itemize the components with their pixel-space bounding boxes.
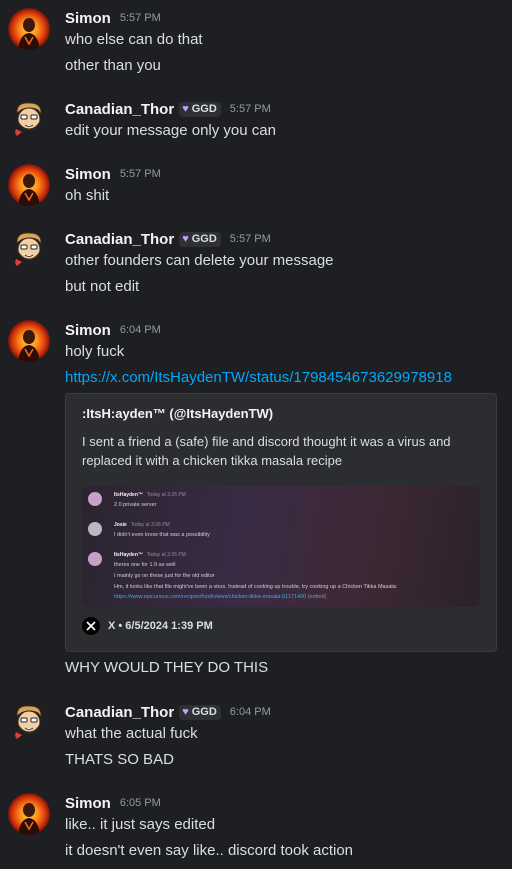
message-text: other than you bbox=[65, 57, 161, 74]
embed-image-author: ItsHayden™ Today at 3:26 PM bbox=[114, 552, 186, 558]
embed-image-link-url: https://www.epicurious.com/recipes/food/… bbox=[114, 594, 307, 600]
avatar[interactable] bbox=[8, 793, 50, 835]
message-header: Simon 6:04 PM bbox=[65, 320, 161, 340]
message-header: Canadian_Thor ♥ GGD 5:57 PM bbox=[65, 229, 271, 249]
message-header: Canadian_Thor ♥ GGD 5:57 PM bbox=[65, 99, 271, 119]
embed-author[interactable]: :ItsH:ayden™ (@ItsHaydenTW) bbox=[82, 406, 273, 421]
embed-image-author-name: Josie bbox=[114, 522, 127, 528]
message-text: other founders can delete your message bbox=[65, 252, 334, 269]
guild-tag-badge[interactable]: ♥ GGD bbox=[179, 704, 221, 720]
message-text: like.. it just says edited bbox=[65, 816, 216, 833]
embed-image-link: https://www.epicurious.com/recipes/food/… bbox=[114, 594, 326, 600]
embed-image-text: 2.0 private server bbox=[114, 502, 157, 508]
author-name[interactable]: Simon bbox=[65, 795, 111, 812]
link-embed: :ItsH:ayden™ (@ItsHaydenTW) I sent a fri… bbox=[65, 393, 497, 652]
guild-tag-badge[interactable]: ♥ GGD bbox=[179, 231, 221, 247]
heart-icon: ♥ bbox=[182, 232, 189, 245]
embed-image-text: theres one for 1.9 as well bbox=[114, 562, 176, 568]
message-text: edit your message only you can bbox=[65, 122, 276, 139]
embed-image-author-name: ItsHayden™ bbox=[114, 492, 143, 498]
message-link-line: https://x.com/ItsHaydenTW/status/1798454… bbox=[65, 368, 452, 388]
message-link[interactable]: https://x.com/ItsHaydenTW/status/1798454… bbox=[65, 369, 452, 386]
guild-tag-label: GGD bbox=[191, 102, 217, 115]
heart-icon: ♥ bbox=[182, 705, 189, 718]
embed-image-time: Today at 3:26 PM bbox=[146, 552, 186, 558]
message-text: THATS SO BAD bbox=[65, 751, 174, 768]
message-timestamp: 5:57 PM bbox=[119, 168, 161, 180]
author-name[interactable]: Simon bbox=[65, 166, 111, 183]
avatar[interactable] bbox=[8, 164, 50, 206]
message-timestamp: 5:57 PM bbox=[229, 233, 271, 245]
embed-image-time: Today at 3:26 PM bbox=[146, 492, 186, 498]
embed-image-text: I mainly go on these just for the old ed… bbox=[114, 573, 215, 579]
author-name[interactable]: Simon bbox=[65, 322, 111, 339]
embed-image-avatar bbox=[88, 492, 102, 506]
avatar[interactable] bbox=[8, 99, 50, 141]
embed-footer: X • 6/5/2024 1:39 PM bbox=[82, 616, 213, 636]
message-text: who else can do that bbox=[65, 31, 203, 48]
message-header: Canadian_Thor ♥ GGD 6:04 PM bbox=[65, 702, 271, 722]
embed-image-avatar bbox=[88, 552, 102, 566]
message-header: Simon 5:57 PM bbox=[65, 164, 161, 184]
embed-footer-text: X • 6/5/2024 1:39 PM bbox=[108, 620, 213, 632]
embed-image-text: Hm, it looks like that file might've bee… bbox=[114, 584, 398, 590]
guild-tag-label: GGD bbox=[191, 705, 217, 718]
author-name[interactable]: Canadian_Thor bbox=[65, 101, 174, 118]
message-text: what the actual fuck bbox=[65, 725, 198, 742]
message-timestamp: 5:57 PM bbox=[119, 12, 161, 24]
message-text: oh shit bbox=[65, 187, 110, 204]
avatar[interactable] bbox=[8, 229, 50, 271]
message-header: Simon 5:57 PM bbox=[65, 8, 161, 28]
embed-image-author: ItsHayden™ Today at 3:26 PM bbox=[114, 492, 186, 498]
embed-image-avatar bbox=[88, 522, 102, 536]
embed-image[interactable]: ItsHayden™ Today at 3:26 PM 2.0 private s… bbox=[82, 486, 480, 607]
author-name[interactable]: Simon bbox=[65, 10, 111, 27]
embed-description: I sent a friend a (safe) file and discor… bbox=[82, 434, 451, 468]
message-text: WHY WOULD THEY DO THIS bbox=[65, 659, 269, 676]
message-text: it doesn't even say like.. discord took … bbox=[65, 842, 354, 859]
message-timestamp: 6:04 PM bbox=[119, 324, 161, 336]
message-text: but not edit bbox=[65, 278, 140, 295]
embed-image-author: Josie Today at 3:26 PM bbox=[114, 522, 170, 528]
x-logo-icon bbox=[82, 617, 100, 635]
message-header: Simon 6:05 PM bbox=[65, 793, 161, 813]
author-name[interactable]: Canadian_Thor bbox=[65, 231, 174, 248]
message-timestamp: 6:04 PM bbox=[229, 706, 271, 718]
guild-tag-label: GGD bbox=[191, 232, 217, 245]
message-text: holy fuck bbox=[65, 343, 125, 360]
avatar[interactable] bbox=[8, 8, 50, 50]
embed-image-text: I didn't even know that was a possibilit… bbox=[114, 532, 210, 538]
embed-image-edited-label: (edited) bbox=[307, 594, 327, 600]
embed-image-time: Today at 3:26 PM bbox=[130, 522, 170, 528]
heart-icon: ♥ bbox=[182, 102, 189, 115]
author-name[interactable]: Canadian_Thor bbox=[65, 704, 174, 721]
avatar[interactable] bbox=[8, 320, 50, 362]
message-timestamp: 5:57 PM bbox=[229, 103, 271, 115]
avatar[interactable] bbox=[8, 702, 50, 744]
message-timestamp: 6:05 PM bbox=[119, 797, 161, 809]
guild-tag-badge[interactable]: ♥ GGD bbox=[179, 101, 221, 117]
embed-image-author-name: ItsHayden™ bbox=[114, 552, 143, 558]
